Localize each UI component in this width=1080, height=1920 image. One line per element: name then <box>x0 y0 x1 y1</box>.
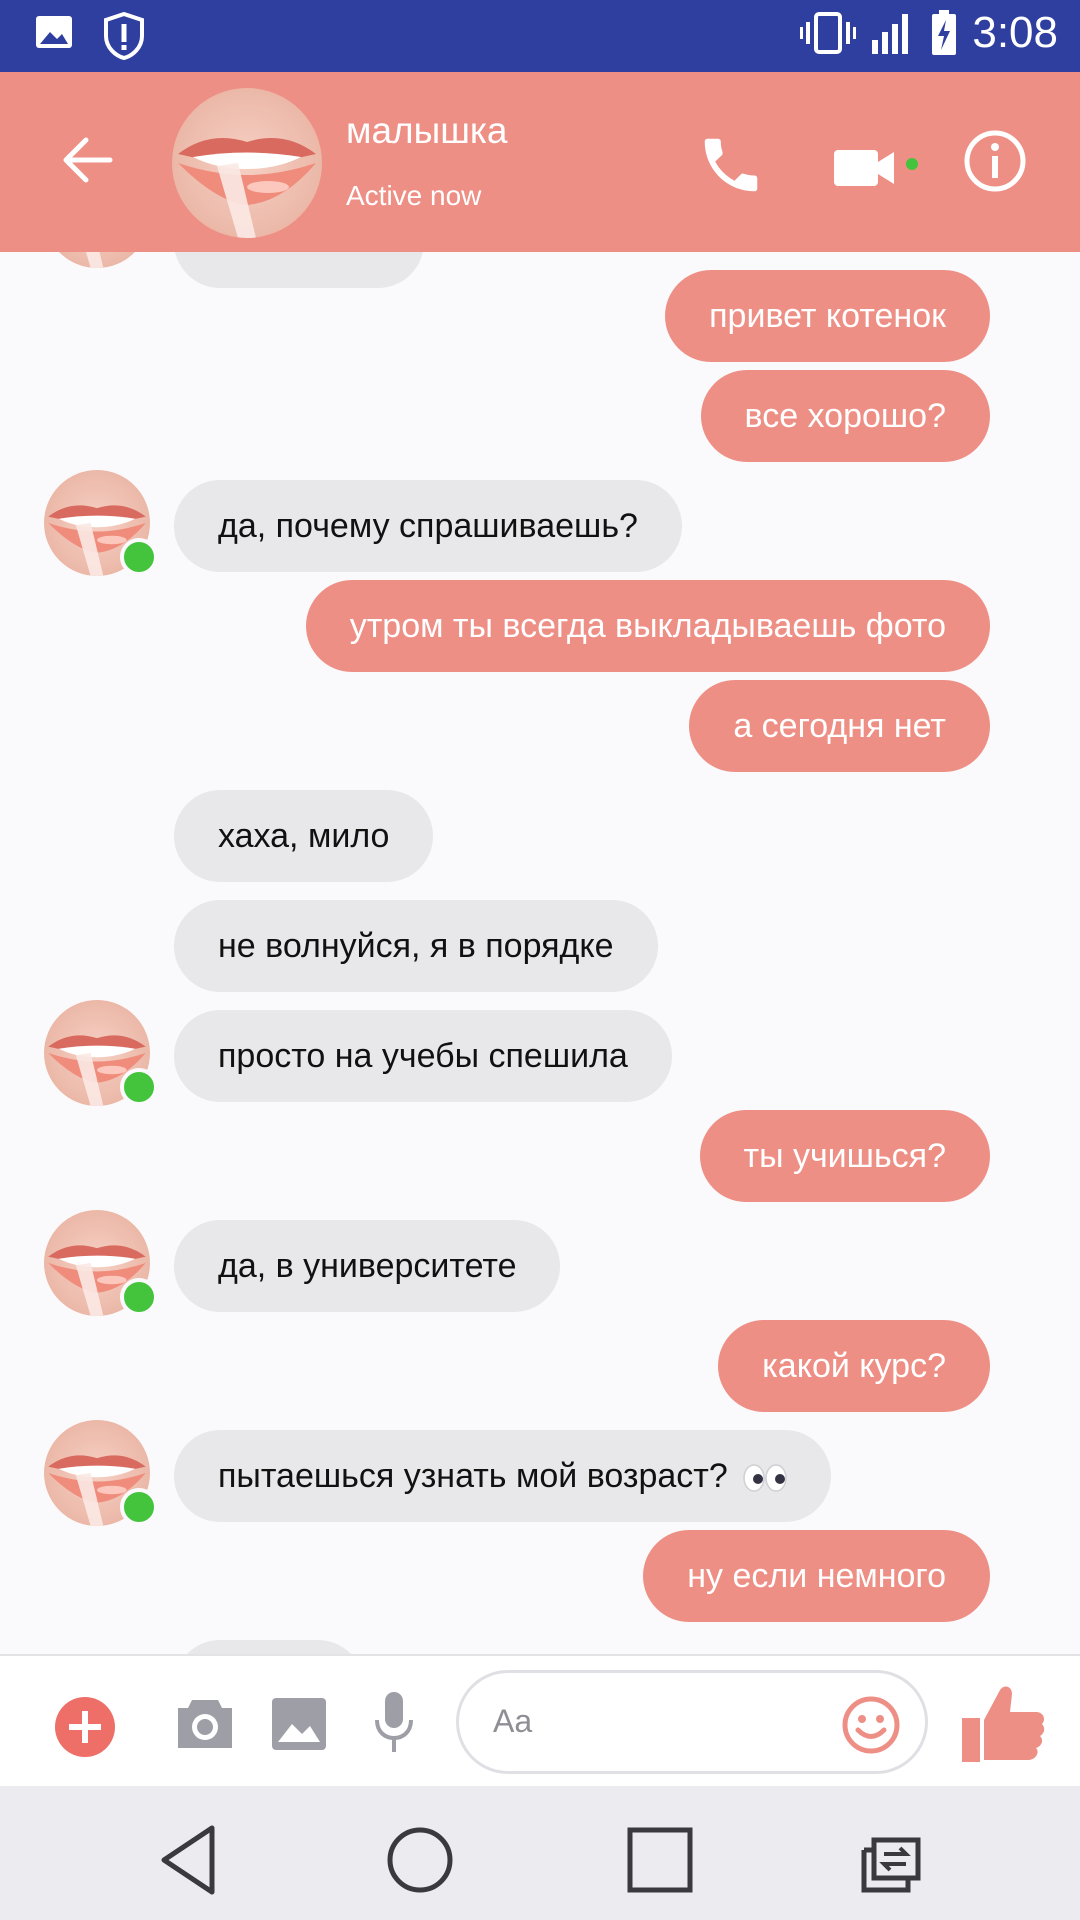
message-input[interactable]: Aa <box>456 1670 928 1774</box>
online-indicator <box>120 1488 158 1526</box>
camera-icon[interactable] <box>174 1694 236 1752</box>
message-bubble-incoming: пытаешься узнать мой возраст? <box>174 1430 832 1522</box>
message-bubble-outgoing: утром ты всегда выкладываешь фото <box>305 580 990 672</box>
battery-charging-icon <box>932 10 957 55</box>
microphone-icon[interactable] <box>372 1690 416 1756</box>
contact-avatar[interactable] <box>172 88 322 238</box>
thumbs-up-icon[interactable] <box>960 1678 1048 1766</box>
gallery-notification-icon <box>36 16 72 48</box>
image-icon[interactable] <box>270 1696 328 1752</box>
nav-back-icon[interactable] <box>150 1820 230 1900</box>
message-text: пытаешься узнать мой возраст? <box>218 1457 728 1495</box>
eyes-emoji <box>743 1464 787 1492</box>
info-icon[interactable] <box>962 128 1028 194</box>
message-bubble-outgoing: а сегодня нет <box>689 680 990 772</box>
back-arrow-icon[interactable] <box>58 130 118 190</box>
vibrate-icon <box>800 12 857 54</box>
smiley-icon[interactable] <box>841 1695 901 1755</box>
message-bubble-incoming: хаха, мило <box>174 790 434 882</box>
online-indicator <box>120 1278 158 1316</box>
message-bubble-incoming: да, в университете <box>174 1220 561 1312</box>
shield-alert-icon <box>104 12 144 60</box>
message-composer: Aa <box>0 1654 1080 1788</box>
status-right-icons: 3:08 <box>800 8 1058 58</box>
message-bubble-outgoing: ты учишься? <box>699 1110 990 1202</box>
lips-avatar-image <box>172 88 322 238</box>
nav-switch-sim-icon[interactable] <box>854 1820 934 1900</box>
message-input-placeholder: Aa <box>493 1703 533 1739</box>
online-indicator <box>120 538 158 576</box>
phone-icon[interactable] <box>696 130 766 200</box>
contact-status: Active now <box>346 180 482 211</box>
signal-icon <box>872 14 909 54</box>
message-bubble-outgoing: ну если немного <box>643 1530 990 1622</box>
message-bubble-incoming: просто на учебы спешила <box>174 1010 672 1102</box>
video-online-dot <box>906 158 918 170</box>
status-bar: 3:08 <box>0 0 1080 72</box>
message-bubble-incoming: не волнуйся, я в порядке <box>174 900 658 992</box>
navigation-bar <box>0 1786 1080 1920</box>
message-bubble-outgoing: все хорошо? <box>700 370 990 462</box>
nav-home-icon[interactable] <box>380 1820 460 1900</box>
video-camera-icon[interactable] <box>832 136 922 196</box>
message-bubble-outgoing: привет котенок <box>665 270 990 362</box>
message-bubble-partial <box>174 1640 364 1654</box>
chat-header: малышка Active now <box>0 72 1080 252</box>
contact-avatar-small <box>44 252 150 268</box>
clock: 3:08 <box>972 8 1058 57</box>
nav-recents-icon[interactable] <box>620 1820 700 1900</box>
online-indicator <box>120 1068 158 1106</box>
status-left-icons <box>34 12 146 60</box>
plus-icon[interactable] <box>54 1696 116 1758</box>
contact-name[interactable]: малышка <box>346 110 507 152</box>
message-bubble-incoming: да, почему спрашиваешь? <box>174 480 682 572</box>
message-bubble-partial <box>174 252 424 288</box>
message-list[interactable]: привет котенок все хорошо? да, почему сп… <box>0 252 1080 1654</box>
message-bubble-outgoing: какой курс? <box>718 1320 990 1412</box>
